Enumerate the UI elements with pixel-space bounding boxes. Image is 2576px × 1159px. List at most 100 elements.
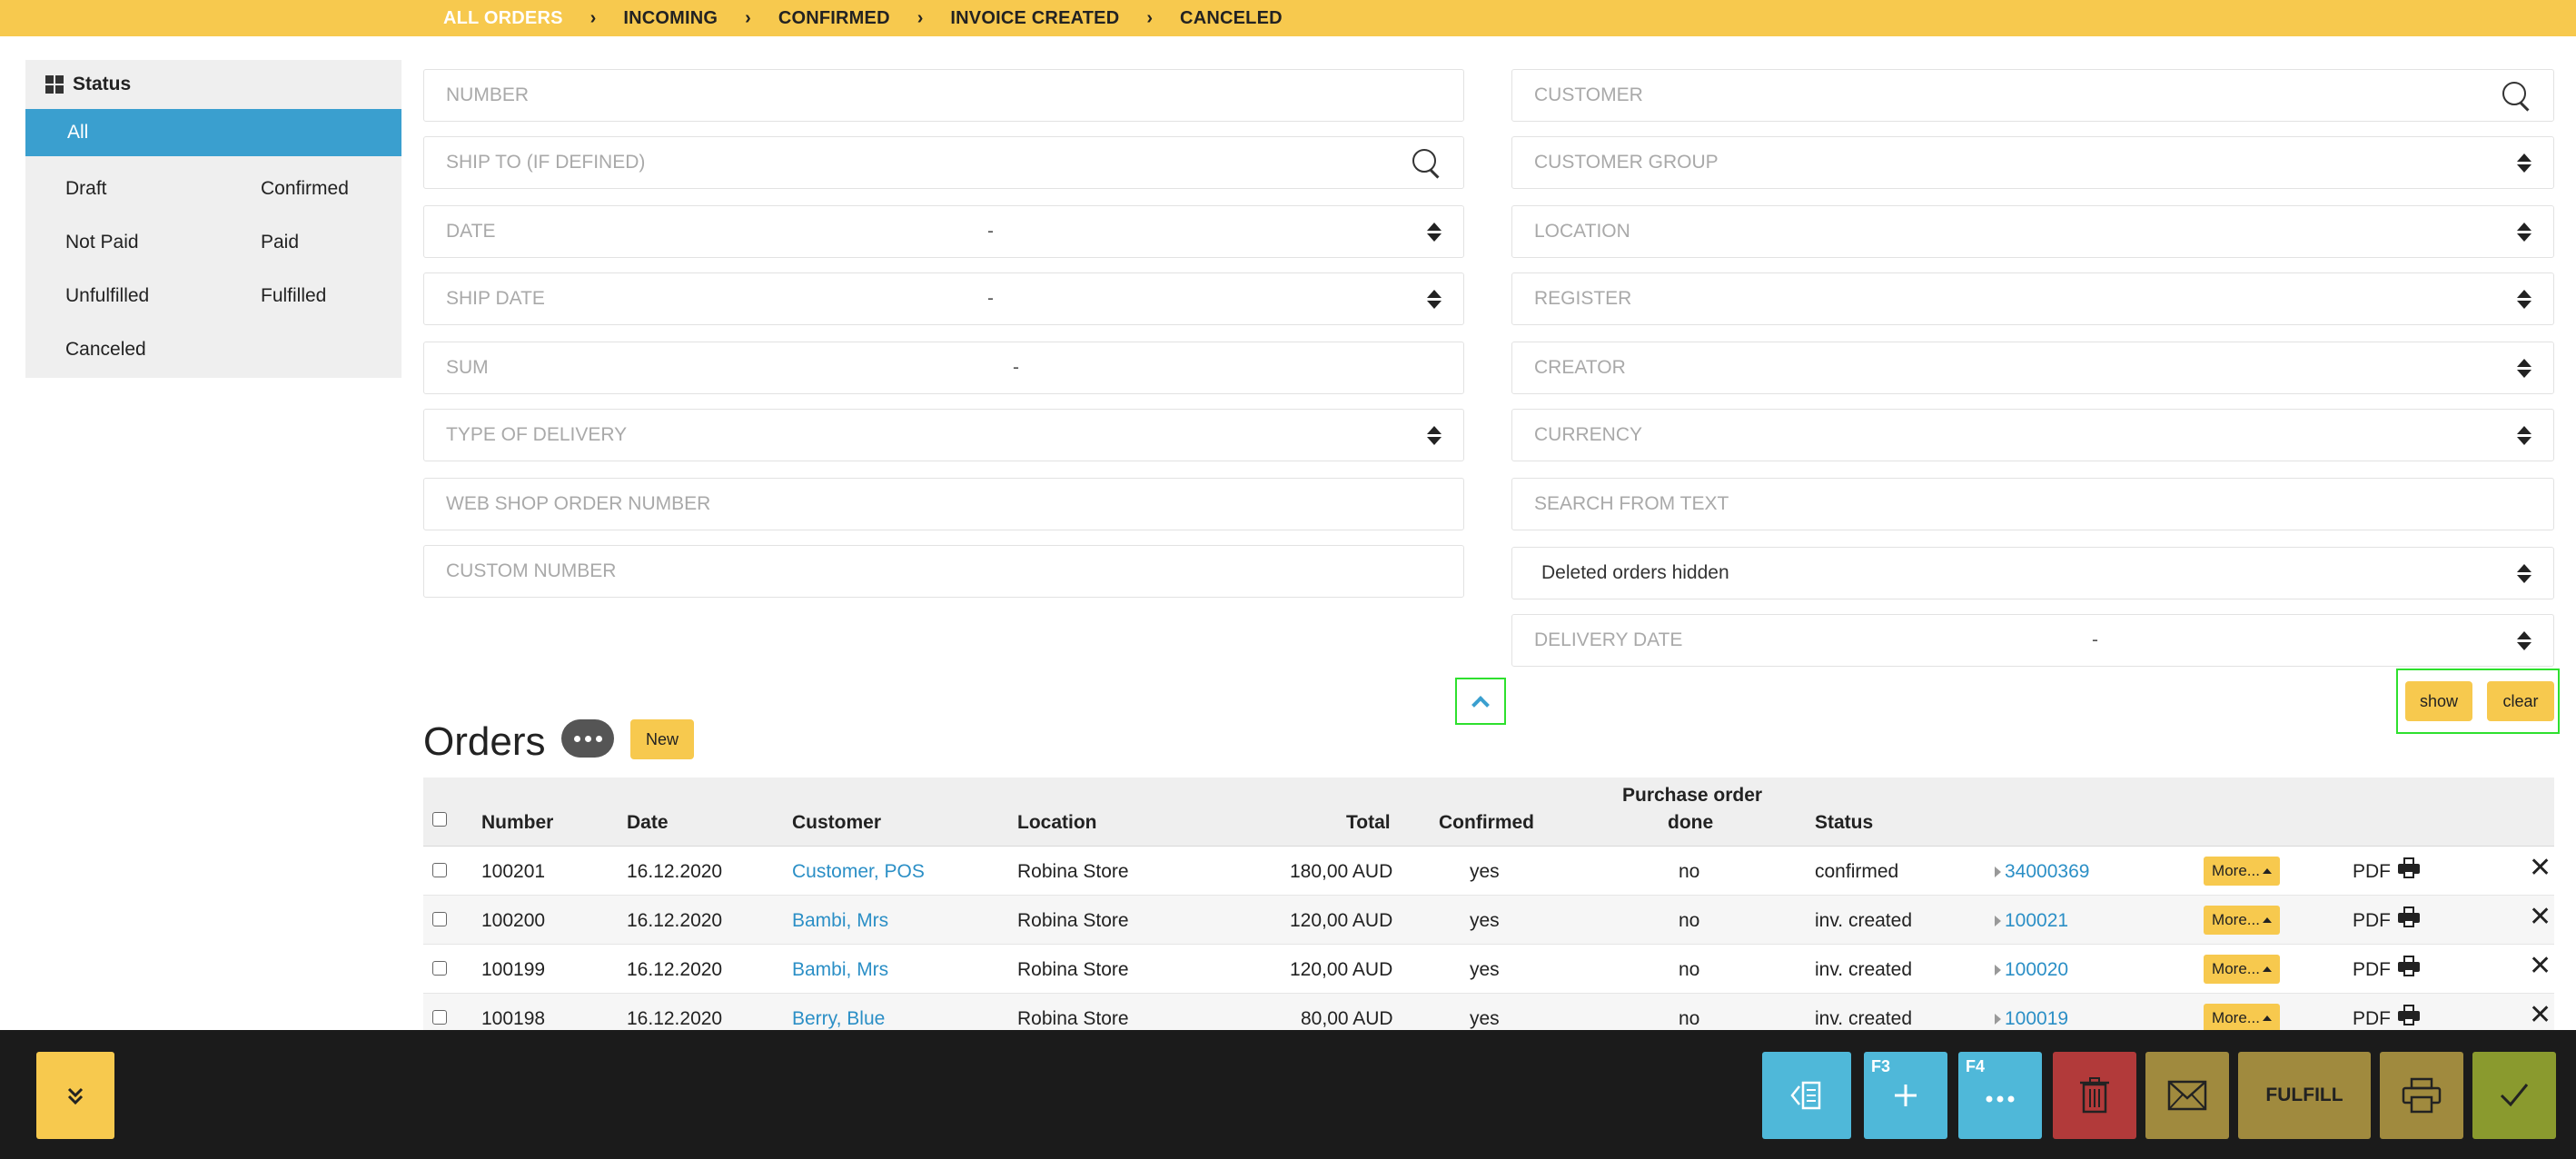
status-item-fulfilled[interactable]: Fulfilled (221, 269, 401, 322)
sort-arrows-icon[interactable] (2517, 425, 2531, 445)
status-item-paid[interactable]: Paid (221, 215, 401, 269)
col-number[interactable]: Number (481, 812, 553, 834)
row-customer-link[interactable]: Bambi, Mrs (792, 910, 888, 932)
select-all-checkbox[interactable] (432, 812, 447, 827)
crumb-invoice-created[interactable]: INVOICE CREATED (950, 8, 1119, 29)
col-status[interactable]: Status (1815, 812, 1873, 834)
more-menu-button[interactable]: More... (2204, 1004, 2280, 1033)
row-ref-link[interactable]: 34000369 (2005, 861, 2089, 882)
type-of-delivery-filter[interactable]: TYPE OF DELIVERY (423, 409, 1464, 461)
more-menu-button[interactable]: More... (2204, 906, 2280, 935)
row-checkbox[interactable] (432, 912, 447, 926)
search-icon[interactable] (1411, 147, 1442, 178)
col-customer[interactable]: Customer (792, 812, 881, 834)
delete-row-icon[interactable]: ✕ (2529, 852, 2551, 884)
new-order-button[interactable]: New (630, 719, 694, 759)
sort-arrows-icon[interactable] (2517, 289, 2531, 309)
row-ref-link[interactable]: 100020 (2005, 959, 2068, 980)
show-button[interactable]: show (2405, 681, 2472, 721)
creator-filter[interactable]: CREATOR (1511, 342, 2554, 394)
more-actions-button[interactable]: F4 (1958, 1052, 2042, 1139)
status-item-confirmed[interactable]: Confirmed (221, 162, 401, 215)
add-button[interactable]: F3 (1864, 1052, 1947, 1139)
more-menu-button[interactable]: More... (2204, 857, 2280, 886)
sort-arrows-icon[interactable] (2517, 630, 2531, 650)
sort-arrows-icon[interactable] (2517, 563, 2531, 583)
pdf-button[interactable]: PDF (2353, 1008, 2391, 1030)
row-ref-link[interactable]: 100021 (2005, 910, 2068, 931)
custom-number-filter[interactable]: CUSTOM NUMBER (423, 545, 1464, 598)
table-row[interactable]: 100200 16.12.2020 Bambi, Mrs Robina Stor… (423, 896, 2554, 945)
printer-icon[interactable] (2398, 956, 2420, 977)
sort-arrows-icon[interactable] (1427, 222, 1442, 242)
print-button[interactable] (2380, 1052, 2463, 1139)
ship-date-filter[interactable]: SHIP DATE - (423, 272, 1464, 325)
row-ref[interactable]: 100021 (1995, 910, 2068, 932)
printer-icon[interactable] (2398, 1005, 2420, 1026)
crumb-incoming[interactable]: INCOMING (623, 8, 718, 29)
fulfill-button[interactable]: FULFILL (2238, 1052, 2371, 1139)
number-filter[interactable]: NUMBER (423, 69, 1464, 122)
row-checkbox[interactable] (432, 961, 447, 976)
status-item-unfulfilled[interactable]: Unfulfilled (25, 269, 221, 322)
customer-group-filter[interactable]: CUSTOMER GROUP (1511, 136, 2554, 189)
location-filter[interactable]: LOCATION (1511, 205, 2554, 258)
col-po-done-line1[interactable]: Purchase order (1622, 785, 1762, 807)
status-item-not-paid[interactable]: Not Paid (25, 215, 221, 269)
row-ref[interactable]: 100020 (1995, 959, 2068, 981)
col-po-done-line2[interactable]: done (1668, 812, 1713, 834)
pdf-button[interactable]: PDF (2353, 959, 2391, 981)
clear-button[interactable]: clear (2487, 681, 2554, 721)
collapse-filters-button[interactable] (1455, 678, 1506, 725)
sort-arrows-icon[interactable] (2517, 153, 2531, 173)
row-customer-link[interactable]: Customer, POS (792, 861, 925, 883)
table-row[interactable]: 100201 16.12.2020 Customer, POS Robina S… (423, 847, 2554, 896)
more-options-button[interactable] (561, 719, 614, 758)
search-icon[interactable] (2501, 80, 2531, 111)
sum-filter[interactable]: SUM - (423, 342, 1464, 394)
col-date[interactable]: Date (627, 812, 669, 834)
date-filter[interactable]: DATE - (423, 205, 1464, 258)
status-item-canceled[interactable]: Canceled (25, 322, 221, 376)
pdf-button[interactable]: PDF (2353, 910, 2391, 932)
sort-arrows-icon[interactable] (1427, 289, 1442, 309)
search-from-text-input[interactable]: SEARCH FROM TEXT (1511, 478, 2554, 530)
sort-arrows-icon[interactable] (1427, 425, 1442, 445)
printer-icon[interactable] (2398, 857, 2420, 879)
crumb-canceled[interactable]: CANCELED (1180, 8, 1283, 29)
printer-icon[interactable] (2398, 906, 2420, 928)
col-confirmed[interactable]: Confirmed (1439, 812, 1534, 834)
customer-filter[interactable]: CUSTOMER (1511, 69, 2554, 122)
row-ref[interactable]: 34000369 (1995, 861, 2089, 883)
sort-arrows-icon[interactable] (2517, 222, 2531, 242)
delete-row-icon[interactable]: ✕ (2529, 950, 2551, 982)
web-shop-order-number-filter[interactable]: WEB SHOP ORDER NUMBER (423, 478, 1464, 530)
back-to-list-button[interactable] (1762, 1052, 1851, 1139)
delete-row-icon[interactable]: ✕ (2529, 999, 2551, 1031)
more-menu-button[interactable]: More... (2204, 955, 2280, 984)
delete-row-icon[interactable]: ✕ (2529, 901, 2551, 933)
table-row[interactable]: 100199 16.12.2020 Bambi, Mrs Robina Stor… (423, 945, 2554, 994)
delete-button[interactable] (2053, 1052, 2136, 1139)
status-item-all[interactable]: All (25, 109, 401, 156)
row-ref[interactable]: 100019 (1995, 1008, 2068, 1030)
row-ref-link[interactable]: 100019 (2005, 1008, 2068, 1029)
register-filter[interactable]: REGISTER (1511, 272, 2554, 325)
currency-filter[interactable]: CURRENCY (1511, 409, 2554, 461)
col-location[interactable]: Location (1017, 812, 1097, 834)
row-checkbox[interactable] (432, 863, 447, 877)
delivery-date-filter[interactable]: DELIVERY DATE - (1511, 614, 2554, 667)
crumb-all-orders[interactable]: ALL ORDERS (443, 8, 563, 29)
confirm-button[interactable] (2472, 1052, 2556, 1139)
pdf-button[interactable]: PDF (2353, 861, 2391, 883)
deleted-orders-select[interactable]: Deleted orders hidden (1511, 547, 2554, 599)
expand-toolbar-button[interactable] (36, 1052, 114, 1139)
status-item-draft[interactable]: Draft (25, 162, 221, 215)
crumb-confirmed[interactable]: CONFIRMED (778, 8, 890, 29)
ship-to-filter[interactable]: SHIP TO (IF DEFINED) (423, 136, 1464, 189)
row-customer-link[interactable]: Bambi, Mrs (792, 959, 888, 981)
col-total[interactable]: Total (1346, 812, 1391, 834)
sort-arrows-icon[interactable] (2517, 358, 2531, 378)
email-button[interactable] (2145, 1052, 2229, 1139)
row-customer-link[interactable]: Berry, Blue (792, 1008, 885, 1030)
